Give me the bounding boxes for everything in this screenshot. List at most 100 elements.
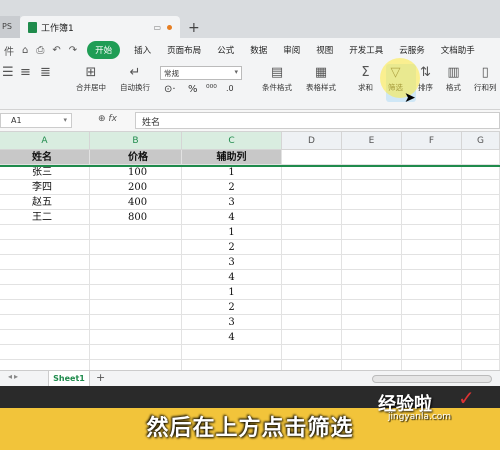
column-header-c[interactable]: C [182,132,282,150]
cell-helper[interactable]: 3 [182,195,282,210]
empty-cell[interactable] [402,225,462,240]
formula-input[interactable]: 姓名 [135,112,500,129]
column-header-b[interactable]: B [90,132,182,150]
empty-cell[interactable] [282,300,342,315]
cell-helper[interactable]: 4 [182,330,282,345]
empty-cell[interactable] [402,195,462,210]
empty-cell[interactable] [402,150,462,165]
format-button[interactable]: ▥ 格式 [446,66,461,93]
empty-cell[interactable] [342,240,402,255]
header-cell-helper[interactable]: 辅助列 [182,150,282,165]
empty-cell[interactable] [342,150,402,165]
new-tab-button[interactable]: + [188,20,200,36]
menu-insert[interactable]: 插入 [126,44,159,56]
cell-price[interactable]: 400 [90,195,182,210]
cell-price[interactable]: 800 [90,210,182,225]
cell-name[interactable]: 赵五 [0,195,90,210]
empty-cell[interactable] [90,360,182,370]
menu-formula[interactable]: 公式 [209,44,242,56]
empty-cell[interactable] [402,210,462,225]
column-header-g[interactable]: G [462,132,500,150]
zoom-icon[interactable]: ⊕ [98,114,106,124]
cell-name[interactable] [0,315,90,330]
menu-cloud[interactable]: 云服务 [391,44,433,56]
empty-cell[interactable] [462,195,500,210]
empty-cell[interactable] [402,360,462,370]
empty-cell[interactable] [282,285,342,300]
empty-cell[interactable] [90,345,182,360]
row-col-button[interactable]: ▯ 行和列 [474,66,497,93]
align-right-icon[interactable]: ≣ [40,66,51,82]
empty-cell[interactable] [282,150,342,165]
cell-name[interactable] [0,225,90,240]
cell-helper[interactable]: 3 [182,315,282,330]
empty-cell[interactable] [282,360,342,370]
redo-icon[interactable]: ↷ [65,45,81,56]
cell-helper[interactable]: 4 [182,270,282,285]
monitor-icon[interactable]: ▭ [153,23,161,32]
empty-cell[interactable] [342,165,402,180]
menu-start[interactable]: 开始 [87,41,121,59]
empty-cell[interactable] [462,165,500,180]
empty-cell[interactable] [462,345,500,360]
empty-cell[interactable] [462,150,500,165]
column-header-e[interactable]: E [342,132,402,150]
empty-cell[interactable] [402,330,462,345]
wrap-text-button[interactable]: ↵ 自动换行 [120,66,150,93]
empty-cell[interactable] [462,300,500,315]
cell-price[interactable] [90,270,182,285]
cell-name[interactable] [0,285,90,300]
sum-button[interactable]: Σ 求和 [358,66,373,93]
empty-cell[interactable] [342,195,402,210]
empty-cell[interactable] [402,300,462,315]
column-header-a[interactable]: A [0,132,90,150]
cell-price[interactable] [90,255,182,270]
cell-price[interactable] [90,240,182,255]
column-header-f[interactable]: F [402,132,462,150]
empty-cell[interactable] [402,240,462,255]
name-box[interactable]: A1 ▾ [0,113,72,128]
wps-home-tab[interactable]: PS [0,16,20,38]
header-cell-price[interactable]: 价格 [90,150,182,165]
empty-cell[interactable] [0,345,90,360]
empty-cell[interactable] [0,360,90,370]
menu-page-layout[interactable]: 页面布局 [159,44,209,56]
empty-cell[interactable] [282,240,342,255]
cell-price[interactable] [90,330,182,345]
empty-cell[interactable] [282,345,342,360]
sort-button[interactable]: ⇅ 排序 [418,66,433,93]
cell-helper[interactable]: 1 [182,165,282,180]
empty-cell[interactable] [342,330,402,345]
spreadsheet-grid[interactable]: A B C D E F G 姓名 价格 辅助列 张三 100 1 李四 200 2 赵五 400 3 王… [0,132,500,370]
cell-price[interactable] [90,315,182,330]
cell-name[interactable] [0,330,90,345]
cell-price[interactable] [90,300,182,315]
empty-cell[interactable] [462,180,500,195]
empty-cell[interactable] [282,210,342,225]
empty-cell[interactable] [282,255,342,270]
percent-icon[interactable]: % [188,84,198,95]
cell-price[interactable]: 200 [90,180,182,195]
menu-view[interactable]: 视图 [308,44,341,56]
empty-cell[interactable] [342,270,402,285]
cell-helper[interactable]: 2 [182,180,282,195]
cell-helper[interactable]: 2 [182,300,282,315]
cell-name[interactable]: 王二 [0,210,90,225]
conditional-format-button[interactable]: ▤ 条件格式 [262,66,292,93]
cell-helper[interactable]: 1 [182,285,282,300]
empty-cell[interactable] [462,270,500,285]
empty-cell[interactable] [402,165,462,180]
cell-name[interactable] [0,255,90,270]
empty-cell[interactable] [402,345,462,360]
empty-cell[interactable] [182,345,282,360]
empty-cell[interactable] [402,255,462,270]
header-cell-name[interactable]: 姓名 [0,150,90,165]
align-center-icon[interactable]: ≡ [20,66,31,82]
menu-data[interactable]: 数据 [242,44,275,56]
cell-helper[interactable]: 1 [182,225,282,240]
cell-name[interactable]: 张三 [0,165,90,180]
cell-name[interactable]: 李四 [0,180,90,195]
undo-icon[interactable]: ↶ [48,45,64,56]
cell-price[interactable] [90,225,182,240]
align-left-icon[interactable]: ☰ [2,66,14,82]
